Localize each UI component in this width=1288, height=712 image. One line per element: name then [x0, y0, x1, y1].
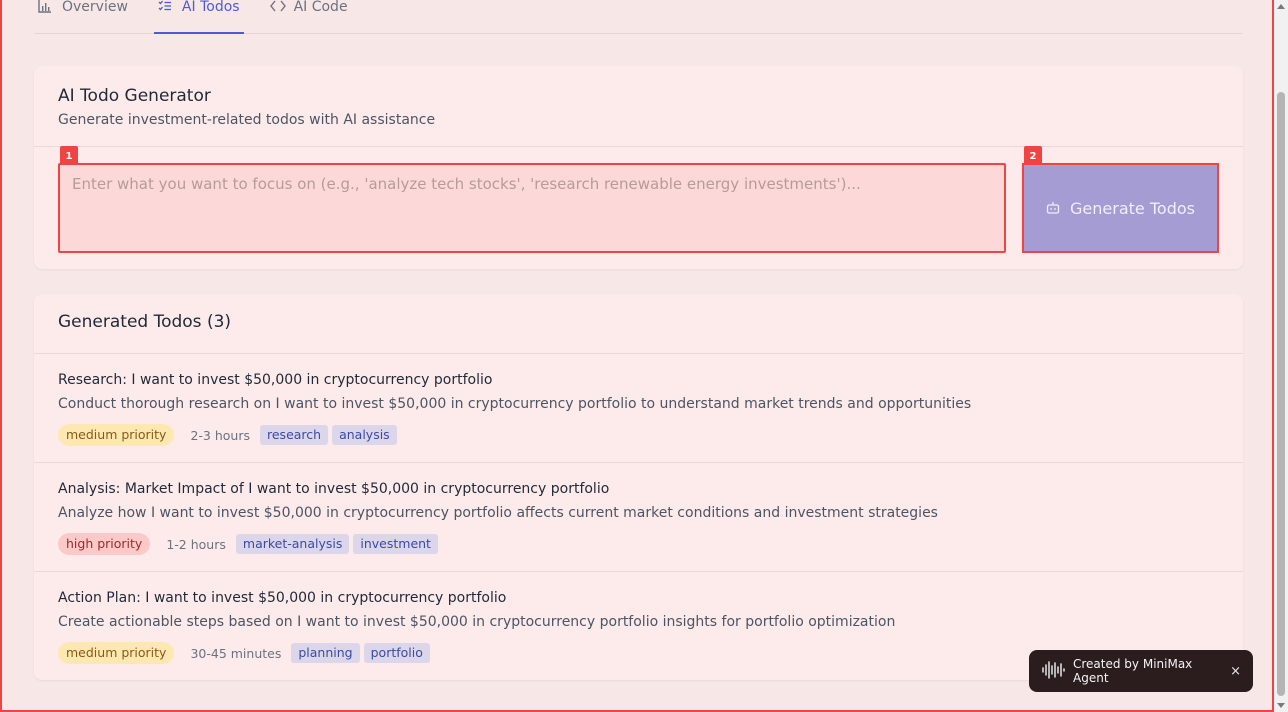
tag: analysis — [332, 425, 397, 445]
app-frame: Overview AI Todos AI Code AI Todo Genera… — [0, 0, 1274, 712]
bot-icon — [1046, 199, 1060, 218]
time-estimate: 30-45 minutes — [190, 645, 282, 661]
priority-badge: medium priority — [58, 424, 175, 446]
time-estimate: 1-2 hours — [166, 536, 226, 552]
toast-text: Created by MiniMax Agent — [1073, 657, 1193, 685]
tag: investment — [353, 534, 438, 554]
tab-ai-code-label: AI Code — [293, 0, 348, 15]
generator-subtitle: Generate investment-related todos with A… — [58, 112, 436, 128]
tab-overview[interactable]: Overview — [34, 0, 132, 34]
todos-header: Generated Todos (3) — [34, 294, 1243, 354]
todo-title: Analysis: Market Impact of I want to inv… — [58, 481, 610, 497]
bar-chart-icon — [38, 0, 54, 14]
scroll-down-icon[interactable] — [1277, 703, 1285, 708]
tab-bar: Overview AI Todos AI Code — [34, 0, 1242, 34]
created-by-toast: Created by MiniMax Agent × — [1029, 650, 1253, 692]
todo-description: Analyze how I want to invest $50,000 in … — [58, 505, 938, 521]
todo-description: Create actionable steps based on I want … — [58, 614, 896, 630]
generate-todos-label: Generate Todos — [1070, 198, 1195, 218]
todo-description: Conduct thorough research on I want to i… — [58, 396, 972, 412]
close-icon[interactable]: × — [1230, 664, 1241, 679]
code-icon — [269, 0, 286, 14]
generate-todos-button[interactable]: Generate Todos — [1022, 163, 1219, 253]
todo-meta: medium priority 2-3 hours research analy… — [58, 424, 1219, 446]
generator-title: AI Todo Generator — [58, 86, 211, 106]
tab-ai-code[interactable]: AI Code — [266, 0, 352, 34]
todo-item[interactable]: Research: I want to invest $50,000 in cr… — [34, 354, 1243, 463]
tag: research — [260, 425, 329, 445]
generated-todos-card: Generated Todos (3) Research: I want to … — [34, 294, 1243, 680]
todo-title: Research: I want to invest $50,000 in cr… — [58, 372, 493, 388]
scroll-up-icon[interactable] — [1277, 4, 1285, 9]
todo-title: Action Plan: I want to invest $50,000 in… — [58, 590, 507, 606]
time-estimate: 2-3 hours — [190, 427, 250, 443]
todos-title: Generated Todos (3) — [58, 312, 232, 332]
focus-input[interactable] — [58, 163, 1006, 253]
todo-meta: high priority 1-2 hours market-analysis … — [58, 533, 1219, 555]
todo-generator-card: AI Todo Generator Generate investment-re… — [34, 66, 1243, 269]
tab-ai-todos-label: AI Todos — [181, 0, 240, 15]
scroll-thumb[interactable] — [1277, 92, 1285, 696]
list-checks-icon — [158, 0, 174, 14]
tab-overview-label: Overview — [62, 0, 128, 15]
priority-badge: high priority — [58, 533, 151, 555]
tag: planning — [291, 643, 360, 663]
generator-header: AI Todo Generator Generate investment-re… — [34, 66, 1243, 147]
tab-ai-todos[interactable]: AI Todos — [153, 0, 244, 34]
vertical-scrollbar[interactable] — [1274, 0, 1288, 712]
priority-badge: medium priority — [58, 642, 175, 664]
waveform-icon — [1041, 660, 1065, 682]
todo-item[interactable]: Analysis: Market Impact of I want to inv… — [34, 463, 1243, 572]
tag: portfolio — [363, 643, 430, 663]
tag: market-analysis — [235, 534, 350, 554]
